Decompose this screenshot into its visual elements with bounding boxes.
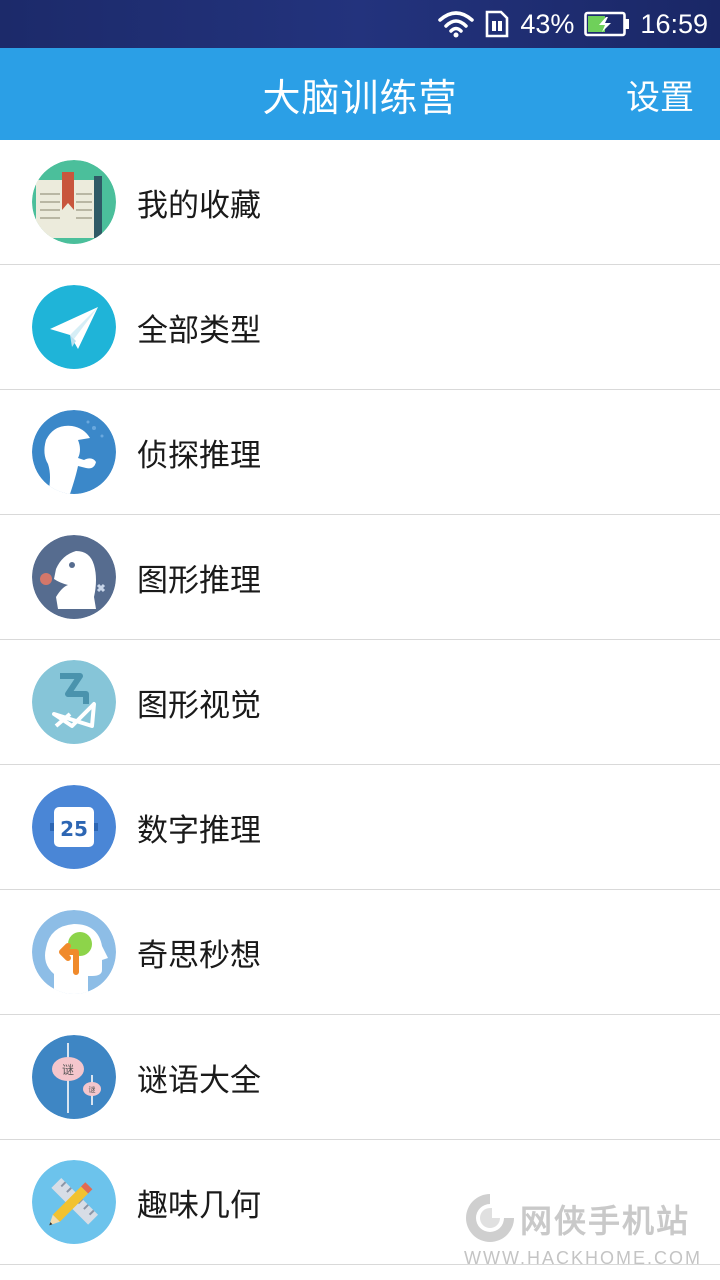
app-bar: 大脑训练营 设置 bbox=[0, 48, 720, 140]
list-item-label: 我的收藏 bbox=[137, 188, 261, 224]
list-item-label: 图形视觉 bbox=[137, 688, 261, 724]
detective-silhouette-icon bbox=[32, 410, 116, 494]
list-item-label: 趣味几何 bbox=[137, 1188, 261, 1224]
wifi-icon bbox=[438, 10, 475, 38]
settings-button[interactable]: 设置 bbox=[626, 48, 694, 140]
list-item-riddles[interactable]: 谜 谜 谜语大全 bbox=[0, 1015, 720, 1140]
list-item-label: 全部类型 bbox=[137, 313, 261, 349]
page-title: 大脑训练营 bbox=[262, 75, 458, 120]
category-list: 我的收藏 全部类型 侦探推理 图形推理 图形视觉 25 数字推理 奇思秒想 谜 … bbox=[0, 140, 720, 1265]
list-item-label: 侦探推理 bbox=[137, 438, 261, 474]
bookmark-book-icon bbox=[32, 160, 116, 244]
ruler-pencil-icon bbox=[32, 1160, 116, 1244]
battery-charging-icon bbox=[584, 11, 630, 37]
riddle-lantern-icon: 谜 谜 bbox=[32, 1035, 116, 1119]
head-idea-icon bbox=[32, 910, 116, 994]
app-root: 43% 16:59 大脑训练营 设置 我的收藏 全部类型 侦探推理 图形推理 图… bbox=[0, 0, 720, 1280]
list-item-label: 奇思秒想 bbox=[137, 938, 261, 974]
svg-text:谜: 谜 bbox=[62, 1063, 74, 1077]
list-item-shape-reasoning[interactable]: 图形推理 bbox=[0, 515, 720, 640]
status-bar: 43% 16:59 bbox=[0, 0, 720, 48]
status-icons: 43% 16:59 bbox=[438, 0, 708, 48]
clock: 16:59 bbox=[640, 8, 708, 39]
list-item-label: 数字推理 bbox=[137, 813, 261, 849]
list-item-favorites[interactable]: 我的收藏 bbox=[0, 140, 720, 265]
sim-card-icon bbox=[484, 10, 510, 38]
list-item-all-types[interactable]: 全部类型 bbox=[0, 265, 720, 390]
list-item-detective[interactable]: 侦探推理 bbox=[0, 390, 720, 515]
shape-puzzle-icon bbox=[32, 660, 116, 744]
list-item-creative-thinking[interactable]: 奇思秒想 bbox=[0, 890, 720, 1015]
battery-percent: 43% bbox=[520, 8, 575, 39]
list-item-number-reasoning[interactable]: 25 数字推理 bbox=[0, 765, 720, 890]
paper-plane-icon bbox=[32, 285, 116, 369]
list-item-label: 图形推理 bbox=[137, 563, 261, 599]
list-item-fun-geometry[interactable]: 趣味几何 bbox=[0, 1140, 720, 1265]
svg-text:25: 25 bbox=[60, 817, 88, 841]
svg-text:谜: 谜 bbox=[89, 1085, 96, 1094]
list-item-label: 谜语大全 bbox=[137, 1063, 261, 1099]
list-item-shape-vision[interactable]: 图形视觉 bbox=[0, 640, 720, 765]
chess-knight-icon bbox=[32, 535, 116, 619]
number-block-icon: 25 bbox=[32, 785, 116, 869]
